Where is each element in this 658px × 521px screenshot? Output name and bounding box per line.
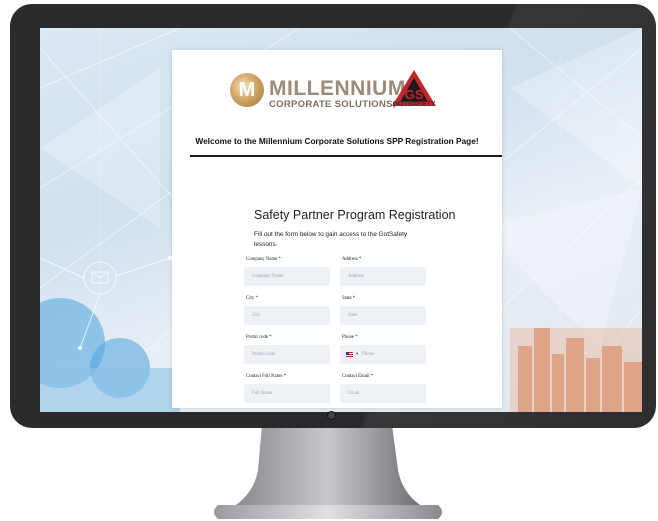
- state-placeholder: State: [348, 313, 358, 318]
- header-logos: M MILLENNIUM CORPORATE SOLUTIONS, GS GOT…: [172, 50, 502, 130]
- company-name-label: Company Name *: [246, 257, 281, 262]
- email-placeholder: Email: [348, 391, 360, 396]
- registration-page: M MILLENNIUM CORPORATE SOLUTIONS, GS GOT…: [172, 50, 502, 408]
- city-placeholder: City: [252, 313, 261, 318]
- company-name-placeholder: Company Name: [252, 274, 284, 279]
- address-placeholder: Address: [348, 274, 364, 279]
- divider: [190, 155, 502, 157]
- address-field[interactable]: Address: [340, 267, 426, 286]
- postal-code-label: Postal code *: [246, 335, 272, 340]
- gotsafety-logo-text: GOTSAFETY: [392, 101, 436, 108]
- phone-placeholder: Phone: [362, 352, 374, 357]
- city-label: City *: [246, 296, 258, 301]
- full-name-placeholder: Full Name: [252, 391, 273, 396]
- brand-name: MILLENNIUM: [269, 77, 406, 100]
- contact-email-label: Contact Email *: [342, 374, 374, 379]
- form-description: Fill out the form below to gain access t…: [254, 231, 408, 248]
- state-label: State *: [342, 296, 356, 301]
- welcome-heading: Welcome to the Millennium Corporate Solu…: [195, 136, 479, 146]
- phone-label: Phone *: [342, 335, 358, 340]
- camera: [327, 411, 336, 420]
- brand-tagline: CORPORATE SOLUTIONS,: [269, 99, 396, 110]
- logo-monogram: M: [238, 79, 256, 101]
- gotsafety-logo-letters: GS: [405, 87, 424, 102]
- chevron-down-icon[interactable]: ▼: [355, 351, 359, 356]
- address-label: Address *: [342, 257, 362, 262]
- gotsafety-logo-icon: GS: [392, 70, 436, 106]
- us-flag-icon[interactable]: [346, 352, 353, 357]
- state-field[interactable]: State: [340, 306, 426, 325]
- postal-code-field[interactable]: Postal Code: [244, 345, 330, 364]
- phone-field[interactable]: ▼ Phone: [340, 345, 426, 364]
- city-field[interactable]: City: [244, 306, 330, 325]
- company-name-field[interactable]: Company Name: [244, 267, 330, 286]
- contact-full-name-field[interactable]: Full Name: [244, 384, 330, 403]
- contact-email-field[interactable]: Email: [340, 384, 426, 403]
- form-title: Safety Partner Program Registration: [254, 208, 456, 222]
- millennium-logo-icon: M: [230, 73, 264, 107]
- contact-full-name-label: Contact Full Name *: [246, 374, 287, 379]
- postal-code-placeholder: Postal Code: [252, 352, 276, 357]
